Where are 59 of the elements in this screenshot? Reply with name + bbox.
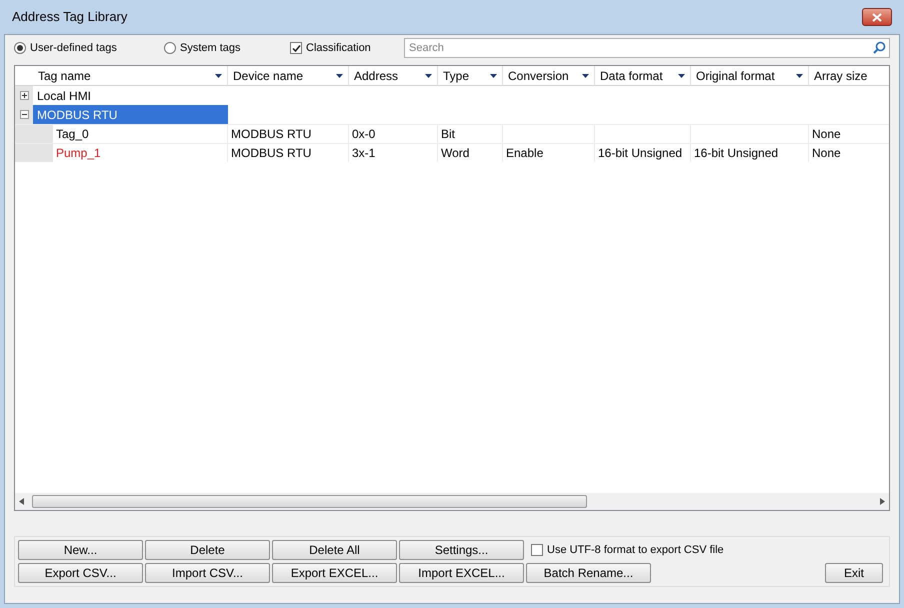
radio-button[interactable] bbox=[164, 42, 176, 54]
table-cell-text: Word bbox=[441, 145, 470, 162]
option-label: System tags bbox=[180, 40, 241, 56]
action-button[interactable]: Import EXCEL... bbox=[399, 563, 524, 583]
column-header[interactable]: Tag name bbox=[15, 66, 228, 85]
dropdown-icon bbox=[678, 74, 685, 78]
tag-name: Tag_0 bbox=[55, 126, 89, 143]
table-cell-text: MODBUS RTU bbox=[231, 145, 312, 162]
table-cell-text: 0x-0 bbox=[352, 126, 376, 143]
table-cell-text: 16-bit Unsigned bbox=[694, 145, 778, 162]
table-cell-text: None bbox=[812, 145, 841, 162]
dropdown-icon bbox=[582, 74, 589, 78]
scroll-left-icon bbox=[19, 498, 24, 505]
table-cell-text: None bbox=[812, 126, 841, 143]
column-header[interactable]: Original format bbox=[691, 66, 809, 85]
group-row[interactable]: Local HMI bbox=[33, 86, 228, 105]
action-button[interactable]: Batch Rename... bbox=[526, 563, 651, 583]
group-row[interactable]: MODBUS RTU bbox=[33, 105, 228, 124]
close-icon bbox=[872, 12, 882, 22]
tag-name: Pump_1 bbox=[55, 145, 101, 162]
table-cell-text: 16-bit Unsigned bbox=[598, 145, 682, 162]
table-cell-text: MODBUS RTU bbox=[231, 126, 312, 143]
table-cell-text: Bit bbox=[441, 126, 456, 143]
action-button[interactable]: Delete All bbox=[272, 540, 397, 560]
option-label: Use UTF-8 format to export CSV file bbox=[547, 542, 724, 558]
column-header[interactable]: Data format bbox=[595, 66, 691, 85]
checkbox[interactable] bbox=[531, 544, 543, 556]
dropdown-icon bbox=[796, 74, 803, 78]
option-label: Classification bbox=[306, 40, 371, 56]
dropdown-icon bbox=[215, 74, 222, 78]
window-title: Address Tag Library bbox=[12, 8, 128, 26]
close-button[interactable] bbox=[862, 8, 892, 26]
horizontal-scrollbar[interactable] bbox=[15, 493, 889, 510]
action-button[interactable]: Delete bbox=[145, 540, 270, 560]
column-header[interactable]: Device name bbox=[228, 66, 349, 85]
action-button[interactable]: Export CSV... bbox=[18, 563, 143, 583]
table-cell-text: 3x-1 bbox=[352, 145, 376, 162]
scroll-thumb[interactable] bbox=[32, 495, 587, 508]
checkbox[interactable] bbox=[290, 42, 302, 54]
scroll-right-icon bbox=[880, 498, 885, 505]
column-header[interactable]: Address bbox=[349, 66, 438, 85]
expand-icon[interactable] bbox=[20, 91, 28, 100]
radio-button[interactable] bbox=[14, 42, 26, 54]
column-header[interactable]: Type bbox=[438, 66, 503, 85]
column-header[interactable]: Conversion bbox=[503, 66, 595, 85]
option-label: User-defined tags bbox=[30, 40, 117, 56]
action-button[interactable]: Import CSV... bbox=[145, 563, 270, 583]
action-button[interactable]: Settings... bbox=[399, 540, 524, 560]
action-button[interactable]: New... bbox=[18, 540, 143, 560]
search-field[interactable]: Search bbox=[404, 38, 890, 58]
search-icon bbox=[873, 41, 886, 54]
collapse-icon[interactable] bbox=[20, 110, 28, 119]
dropdown-icon bbox=[425, 74, 432, 78]
action-button[interactable]: Export EXCEL... bbox=[272, 563, 397, 583]
table-cell-text: Enable bbox=[506, 145, 544, 162]
action-button[interactable]: Exit bbox=[825, 563, 883, 583]
dropdown-icon bbox=[490, 74, 497, 78]
dropdown-icon bbox=[336, 74, 343, 78]
column-header[interactable]: Array size bbox=[809, 66, 889, 85]
